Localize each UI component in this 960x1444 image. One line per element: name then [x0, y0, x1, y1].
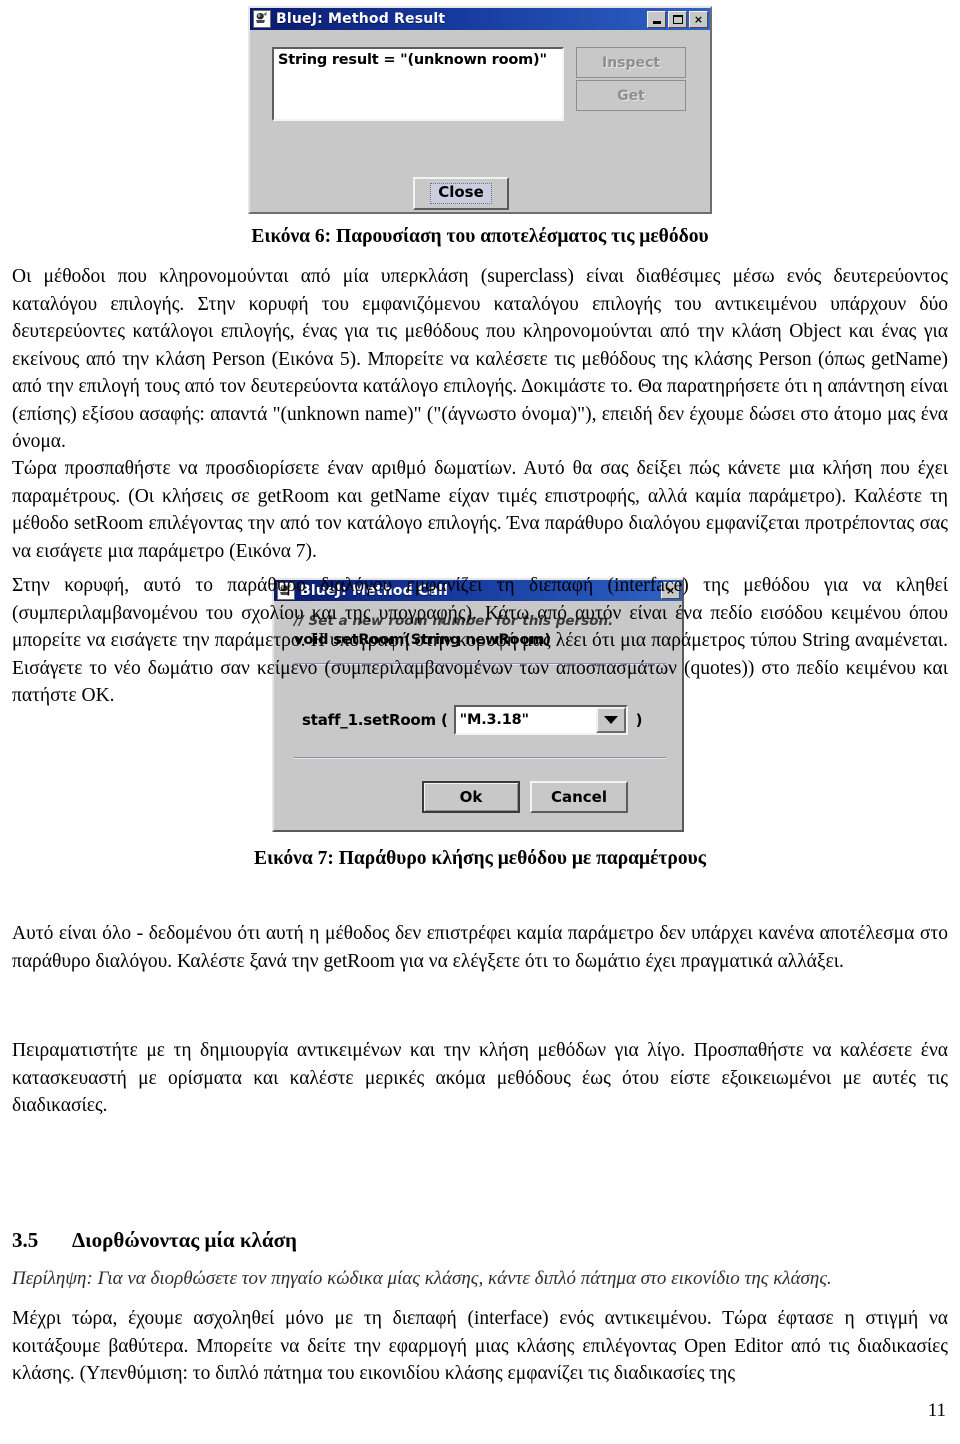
call-suffix-label: ) — [635, 711, 643, 729]
paragraph-1: Οι μέθοδοι που κληρονομούνται από μία υπ… — [12, 266, 948, 452]
method-result-titlebar[interactable]: BlueJ: Method Result × — [250, 8, 710, 30]
method-result-window-buttons: × — [647, 10, 708, 28]
method-result-dialog: BlueJ: Method Result × String result = "… — [248, 6, 712, 214]
document-page: BlueJ: Method Result × String result = "… — [0, 0, 960, 1444]
section-heading: 3.5 Διορθώνοντας μία κλάση — [12, 1228, 297, 1253]
section-title: Διορθώνοντας μία κλάση — [72, 1228, 297, 1252]
cancel-button[interactable]: Cancel — [530, 781, 628, 813]
method-result-title: BlueJ: Method Result — [276, 11, 446, 27]
parameter-combobox[interactable]: "M.3.18" — [453, 705, 628, 735]
figure-6-caption: Εικόνα 6: Παρουσίαση του αποτελέσματος τ… — [251, 226, 709, 247]
close-icon[interactable]: × — [689, 10, 708, 28]
paragraph-5: Πειραματιστήτε με τη δημιουργία αντικειμ… — [12, 1040, 948, 1116]
method-call-buttons: Ok Cancel — [422, 781, 628, 813]
ok-button[interactable]: Ok — [422, 781, 520, 813]
result-side-buttons: Inspect Get — [576, 47, 686, 111]
paragraph-2: Τώρα προσπαθήστε να προσδιορίσετε έναν α… — [12, 458, 948, 562]
method-call-row: staff_1.setRoom ( "M.3.18" ) — [302, 705, 643, 735]
paragraph-3: Στην κορυφή, αυτό το παράθυρο διαλόγου ε… — [12, 575, 948, 706]
maximize-icon[interactable] — [668, 10, 687, 28]
paragraph-6: Μέχρι τώρα, έχουμε ασχοληθεί μόνο με τη … — [12, 1308, 948, 1384]
result-textarea[interactable]: String result = "(unknown room)" — [272, 47, 564, 121]
bluej-app-icon — [253, 10, 271, 28]
figure-7-caption: Εικόνα 7: Παράθυρο κλήσης μεθόδου με παρ… — [254, 848, 706, 869]
method-result-body: String result = "(unknown room)" Inspect… — [250, 30, 710, 212]
page-number: 11 — [927, 1400, 946, 1421]
close-button-label: Close — [430, 183, 492, 204]
inspect-button[interactable]: Inspect — [576, 47, 686, 78]
get-button[interactable]: Get — [576, 80, 686, 111]
section-number: 3.5 — [12, 1228, 39, 1252]
divider-bottom — [294, 757, 666, 759]
section-summary: Περίληψη: Για να διορθώσετε τον πηγαίο κ… — [12, 1268, 832, 1289]
result-text: String result = "(unknown room)" — [278, 52, 547, 68]
paragraph-4: Αυτό είναι όλο - δεδομένου ότι αυτή η μέ… — [12, 923, 948, 972]
parameter-input[interactable]: "M.3.18" — [455, 707, 596, 733]
close-button[interactable]: Close — [413, 177, 509, 210]
call-prefix-label: staff_1.setRoom ( — [302, 711, 448, 729]
minimize-icon[interactable] — [647, 10, 666, 28]
chevron-down-icon[interactable] — [595, 707, 626, 733]
